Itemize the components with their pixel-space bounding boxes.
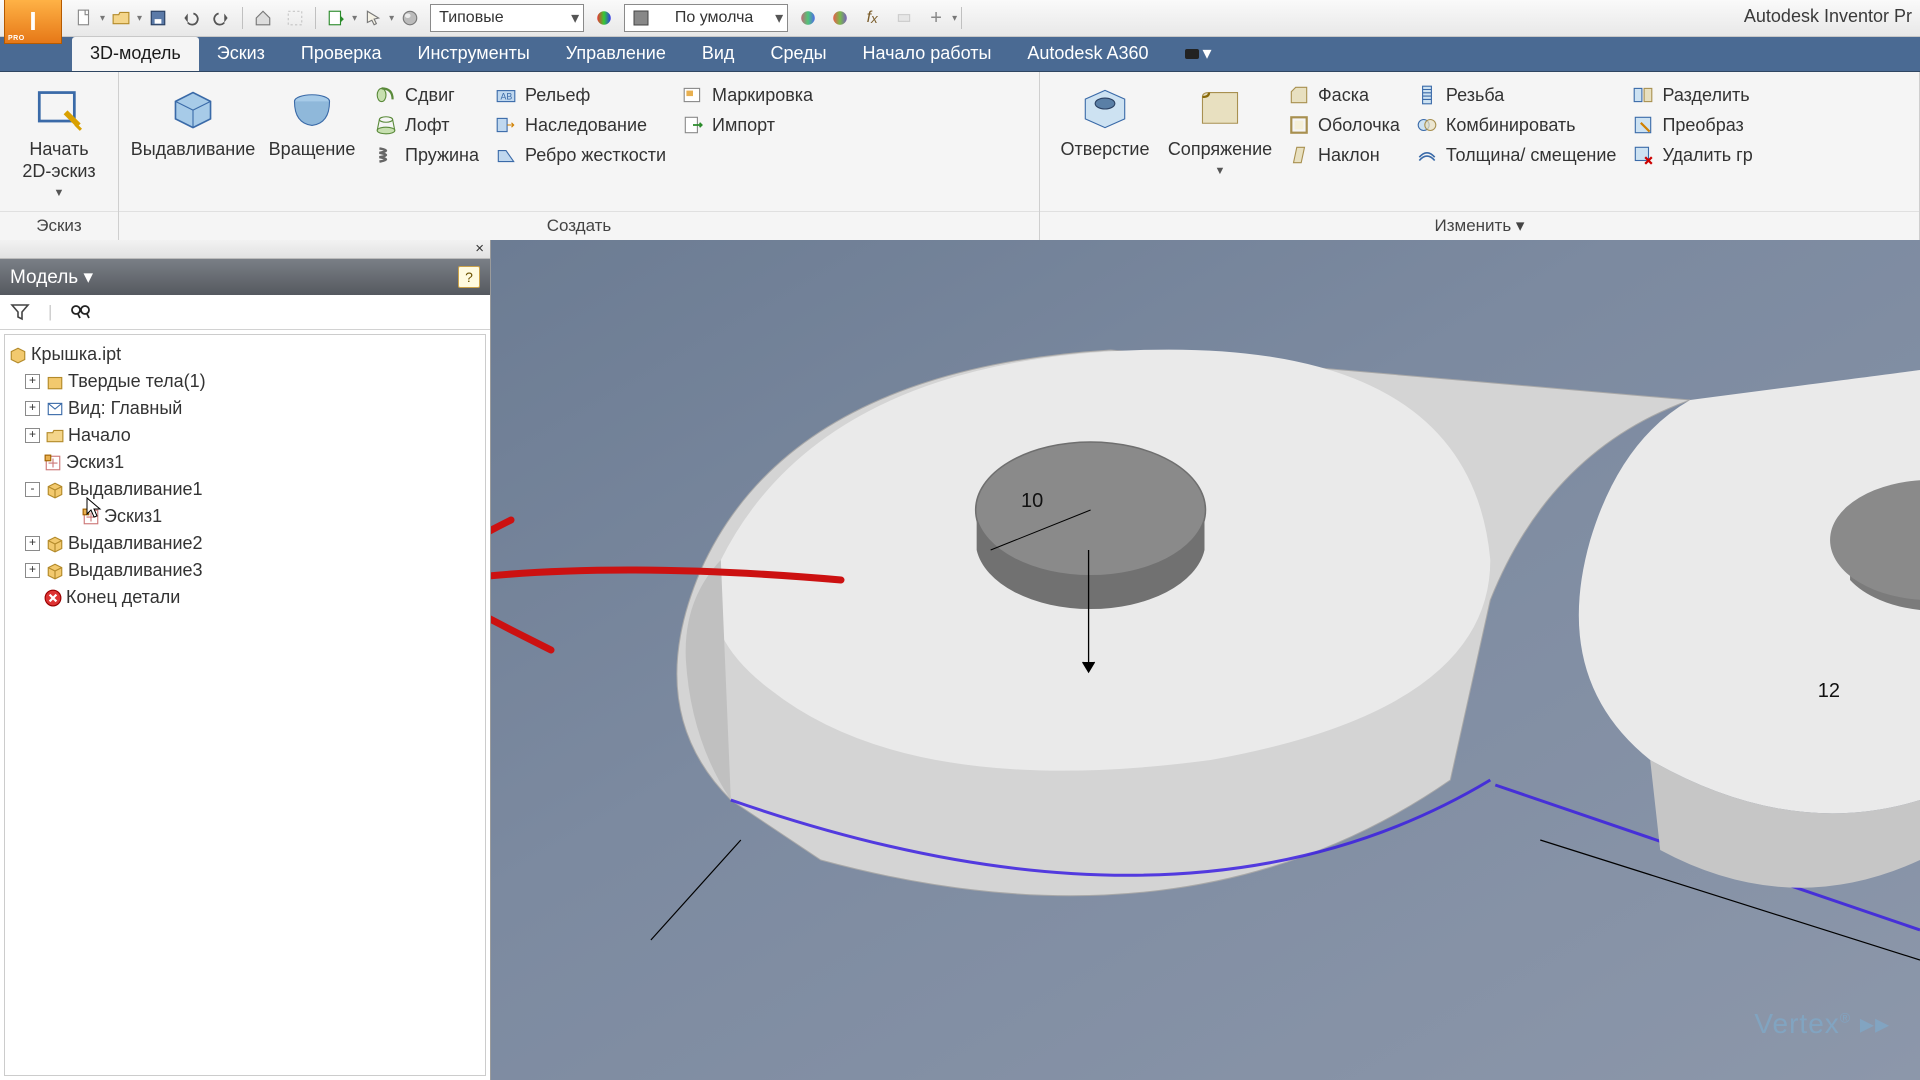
tab-inspect[interactable]: Проверка [283,37,400,71]
ribbon-tabs: 3D-модель Эскиз Проверка Инструменты Упр… [0,37,1920,72]
tree-root[interactable]: Крышка.ipt [9,341,481,368]
browser-titlebar[interactable]: × [0,240,490,259]
shell-button[interactable]: Оболочка [1288,114,1400,136]
loft-button[interactable]: Лофт [375,114,479,136]
tab-a360[interactable]: Autodesk A360 [1009,37,1166,71]
sweep-button[interactable]: Сдвиг [375,84,479,106]
thread-button[interactable]: Резьба [1416,84,1617,106]
tab-environments[interactable]: Среды [752,37,844,71]
tree-node-ext3[interactable]: +Выдавливание3 [9,557,481,584]
fx-icon[interactable]: fx [858,4,886,32]
tab-sketch[interactable]: Эскиз [199,37,283,71]
appearance-dropdown[interactable]: По умолча▾ [624,4,788,32]
deleteface-button[interactable]: Удалить гр [1632,144,1752,166]
clear-override-icon[interactable] [794,4,822,32]
dimension-1: 10 [1021,490,1043,513]
app-title: Autodesk Inventor Pr [1744,6,1912,27]
fillet-button[interactable]: Сопряжение▼ [1160,80,1280,182]
hole-button[interactable]: Отверстие [1050,80,1160,160]
save-icon[interactable] [144,4,172,32]
panel-sketch-label: Эскиз [0,211,118,242]
tab-3d-model[interactable]: 3D-модель [72,37,199,71]
coil-button[interactable]: Пружина [375,144,479,166]
import-button[interactable]: Импорт [682,114,813,136]
dimension-2: 12 [1818,680,1840,703]
tree-node-solids[interactable]: +Твердые тела(1) [9,368,481,395]
undo-icon[interactable] [176,4,204,32]
tree-node-view[interactable]: +Вид: Главный [9,395,481,422]
emboss-button[interactable]: ABРельеф [495,84,666,106]
3d-part-render [491,240,1920,1080]
redo-icon[interactable] [208,4,236,32]
decal-button[interactable]: Маркировка [682,84,813,106]
style-dropdown[interactable]: Типовые▾ [430,4,584,32]
new-icon[interactable] [70,4,98,32]
select-icon[interactable] [281,4,309,32]
app-menu-button[interactable]: I [4,0,62,44]
model-tree[interactable]: Крышка.ipt +Твердые тела(1)+Вид: Главный… [4,334,486,1076]
tab-tools[interactable]: Инструменты [400,37,548,71]
thicken-button[interactable]: Толщина/ смещение [1416,144,1617,166]
derive-button[interactable]: Наследование [495,114,666,136]
svg-text:AB: AB [501,91,513,101]
close-icon[interactable]: × [475,240,484,257]
combine-button[interactable]: Комбинировать [1416,114,1617,136]
browser-toolbar: | [0,295,490,330]
update-icon[interactable] [322,4,350,32]
3d-viewport[interactable]: 10 12 Vertex® ▸▸ [491,240,1920,1080]
tab-manage[interactable]: Управление [548,37,684,71]
tree-node-ext1[interactable]: -Выдавливание1 [9,476,481,503]
appearance-icon[interactable] [590,4,618,32]
tab-view[interactable]: Вид [684,37,753,71]
plus-icon[interactable]: + [922,4,950,32]
panel-create-label: Создать [119,211,1039,242]
select-arrow-icon[interactable] [359,4,387,32]
find-icon[interactable] [70,303,92,321]
draft-button[interactable]: Наклон [1288,144,1400,166]
tab-getstarted[interactable]: Начало работы [845,37,1010,71]
param-icon[interactable] [890,4,918,32]
filter-icon[interactable] [10,303,30,321]
extrude-button[interactable]: Выдавливание [129,80,257,160]
tree-node-origin[interactable]: +Начало [9,422,481,449]
tree-node-ext2[interactable]: +Выдавливание2 [9,530,481,557]
material-icon[interactable] [396,4,424,32]
open-icon[interactable] [107,4,135,32]
adjustment-icon[interactable] [826,4,854,32]
watermark: Vertex® ▸▸ [1754,1007,1890,1040]
help-icon[interactable]: ? [458,266,480,288]
panel-modify-label: Изменить ▾ [1040,211,1919,242]
tree-node-eop[interactable]: Конец детали [9,584,481,611]
tree-node-sk1b[interactable]: Эскиз1 [9,503,481,530]
tree-node-sk1[interactable]: Эскиз1 [9,449,481,476]
rib-button[interactable]: Ребро жесткости [495,144,666,166]
home-icon[interactable] [249,4,277,32]
directedit-button[interactable]: Преобраз [1632,114,1752,136]
tab-extra[interactable]: ▾ [1167,37,1230,71]
revolve-button[interactable]: Вращение [257,80,367,160]
ribbon: Начать 2D-эскиз ▼ Эскиз Выдавливание Вра… [0,72,1920,243]
browser-header[interactable]: Модель ▾ ? [0,259,490,295]
start-2d-sketch-button[interactable]: Начать 2D-эскиз ▼ [10,80,108,204]
model-browser: × Модель ▾ ? | Крышка.ipt +Твердые тела(… [0,240,491,1080]
chamfer-button[interactable]: Фаска [1288,84,1400,106]
quick-access-toolbar: I ▾ ▾ ▾ ▾ Типовые▾ По умолча▾ fx + ▾ Aut… [0,0,1920,37]
split-button[interactable]: Разделить [1632,84,1752,106]
